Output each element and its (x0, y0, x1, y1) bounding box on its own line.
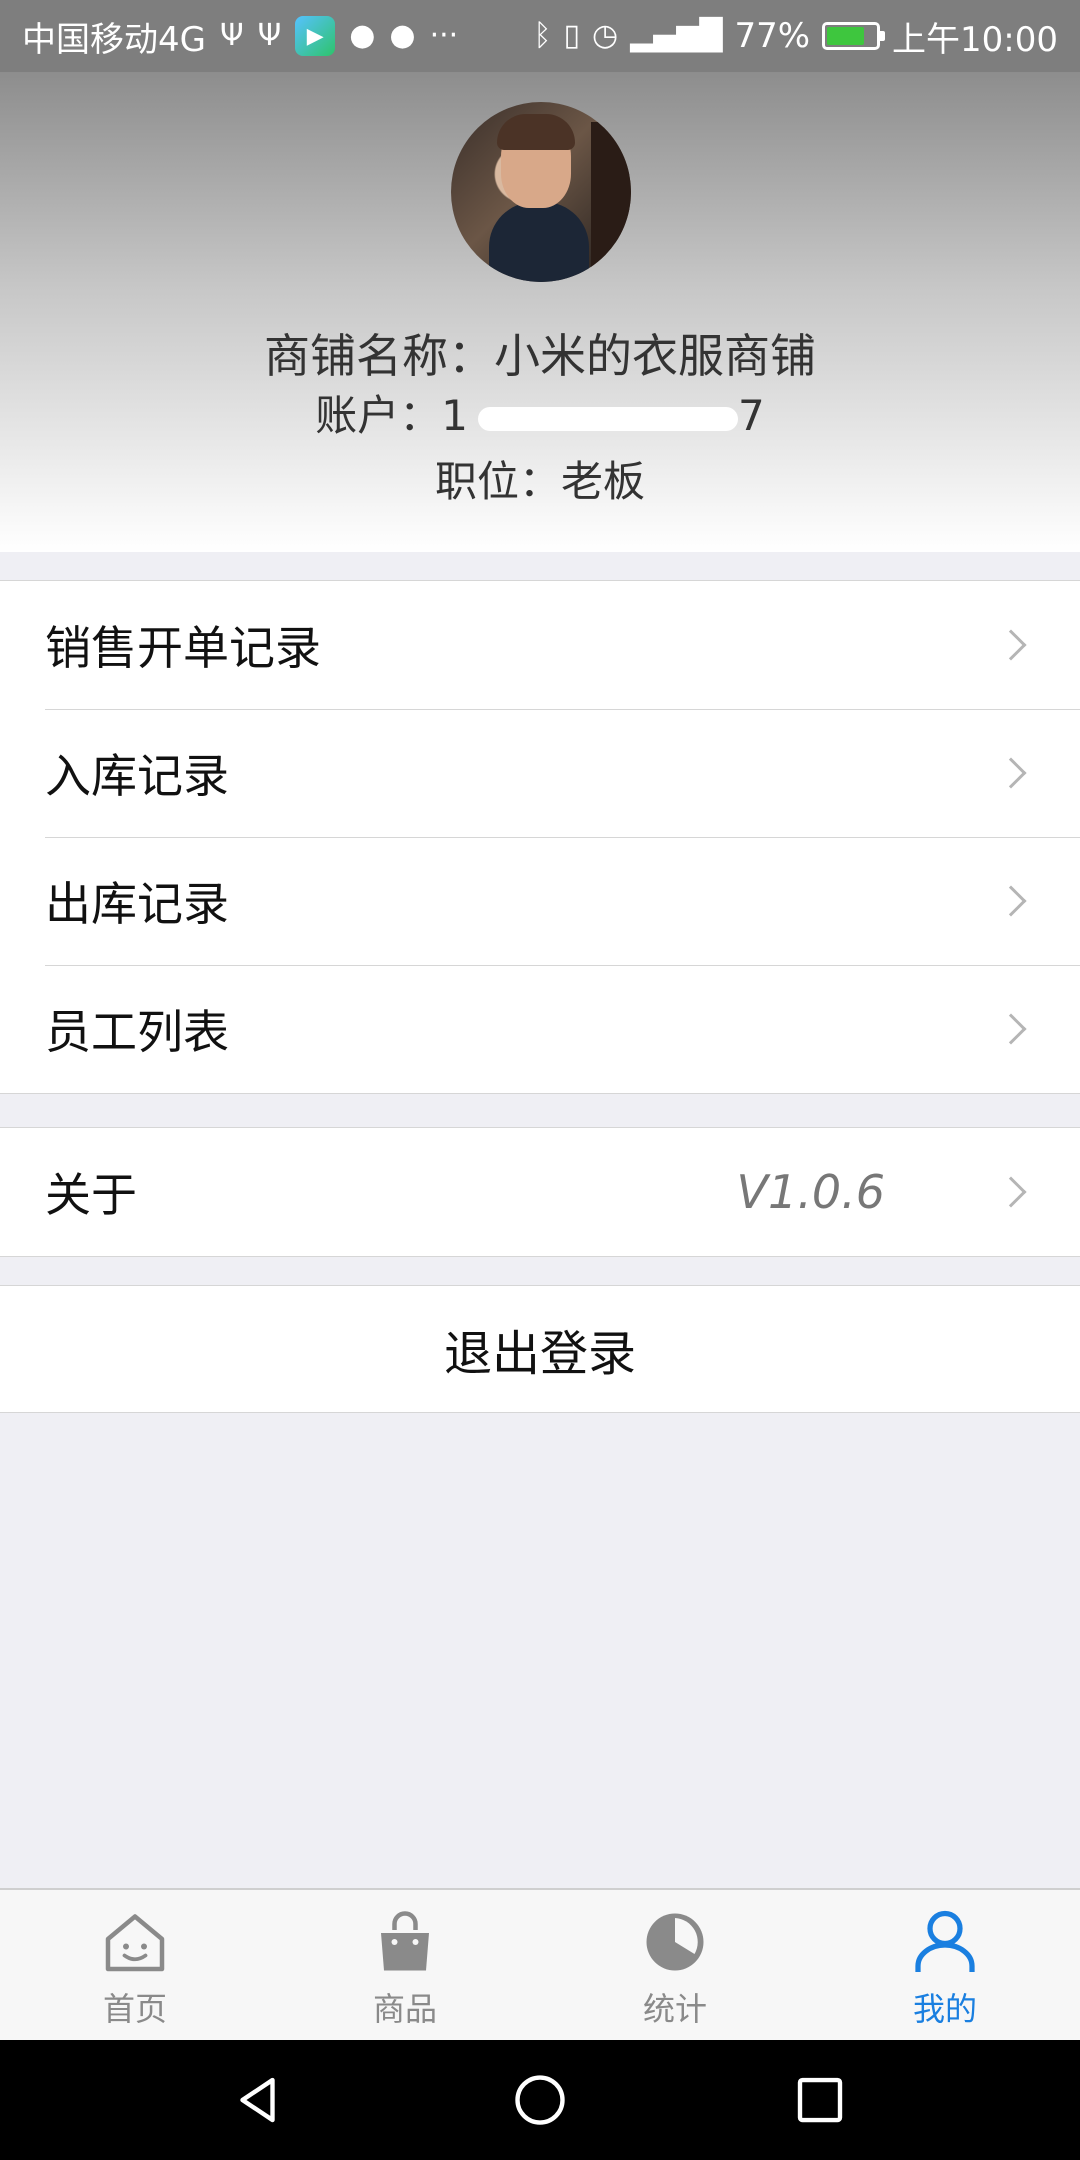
video-app-icon: ▶ (295, 16, 336, 56)
recents-icon[interactable] (790, 2070, 850, 2130)
alarm-icon: ◷ (591, 18, 619, 53)
battery-percent: 77% (734, 16, 811, 56)
menu-item-staff-list[interactable]: 员工列表 (0, 965, 1080, 1093)
home-icon (105, 1914, 165, 1972)
carrier-label: 中国移动4G (22, 19, 206, 60)
back-icon[interactable] (230, 2070, 290, 2130)
menu-item-stock-out-records[interactable]: 出库记录 (0, 837, 1080, 965)
menu-item-label: 入库记录 (45, 749, 229, 803)
menu-item-sales-records[interactable]: 销售开单记录 (0, 581, 1080, 709)
tab-mine[interactable]: 我的 (810, 1890, 1080, 2040)
account-tail: 7 (738, 391, 765, 440)
tab-label: 首页 (102, 1990, 167, 2028)
screen: 中国移动4G Ψ Ψ ▶ ● ● ··· ᛒ ▯ ◷ ▂▄▆█ 77% 上午10… (0, 0, 1080, 2160)
tab-goods[interactable]: 商品 (270, 1890, 540, 2040)
menu-item-stock-in-records[interactable]: 入库记录 (0, 709, 1080, 837)
tab-home[interactable]: 首页 (0, 1890, 270, 2040)
home-nav-icon[interactable] (510, 2070, 570, 2130)
bag-icon (381, 1911, 429, 1971)
chevron-right-icon (995, 1176, 1027, 1208)
user-icon (915, 1910, 975, 1972)
battery-icon (822, 22, 886, 50)
pie-icon (646, 1913, 704, 1971)
usb-icon-2: Ψ (257, 18, 282, 53)
chevron-right-icon (995, 885, 1027, 917)
tab-label: 商品 (372, 1990, 437, 2028)
status-bar: 中国移动4G Ψ Ψ ▶ ● ● ··· ᛒ ▯ ◷ ▂▄▆█ 77% 上午10… (0, 0, 1080, 72)
account-label: 账户：1 (315, 391, 468, 440)
tab-statistics[interactable]: 统计 (540, 1890, 810, 2040)
account-line: 账户：1 7 (0, 382, 1080, 443)
tab-label: 我的 (912, 1990, 977, 2028)
role-label: 职位：老板 (434, 457, 645, 506)
signal-icon: ▂▄▆█ (630, 18, 723, 53)
usb-icon: Ψ (219, 18, 244, 53)
system-nav-bar (0, 2040, 1080, 2160)
bluetooth-icon: ᛒ (533, 18, 552, 53)
chevron-right-icon (995, 629, 1027, 661)
tab-label: 统计 (642, 1990, 707, 2028)
wechat-icon: ● (349, 18, 376, 53)
tab-bar: 首页 商品 统计 我的 (0, 1888, 1080, 2040)
chevron-right-icon (995, 1013, 1027, 1045)
menu-item-about[interactable]: 关于 V1.0.6 (0, 1128, 1080, 1256)
chevron-right-icon (995, 757, 1027, 789)
menu-item-label: 出库记录 (45, 877, 229, 931)
about-label: 关于 (45, 1168, 137, 1222)
clock: 上午10:00 (892, 19, 1058, 60)
menu-item-label: 员工列表 (45, 1005, 229, 1059)
avatar[interactable] (451, 102, 631, 282)
logout-button[interactable]: 退出登录 (0, 1285, 1080, 1413)
about-menu: 关于 V1.0.6 (0, 1127, 1080, 1257)
shop-name: 商铺名称：小米的衣服商铺 (264, 329, 816, 383)
more-notifications-icon: ··· (429, 18, 459, 53)
records-menu: 销售开单记录 入库记录 出库记录 员工列表 (0, 580, 1080, 1094)
account-redaction (478, 406, 738, 431)
menu-item-label: 销售开单记录 (45, 621, 321, 675)
profile-header: 商铺名称：小米的衣服商铺 账户：1 7 职位：老板 (0, 72, 1080, 552)
status-bar-left: 中国移动4G Ψ Ψ ▶ ● ● ··· (22, 12, 458, 61)
vibrate-icon: ▯ (563, 18, 580, 53)
version-label: V1.0.6 (736, 1165, 885, 1219)
status-bar-right: ᛒ ▯ ◷ ▂▄▆█ 77% 上午10:00 (533, 12, 1058, 61)
message-icon: ● (389, 18, 416, 53)
